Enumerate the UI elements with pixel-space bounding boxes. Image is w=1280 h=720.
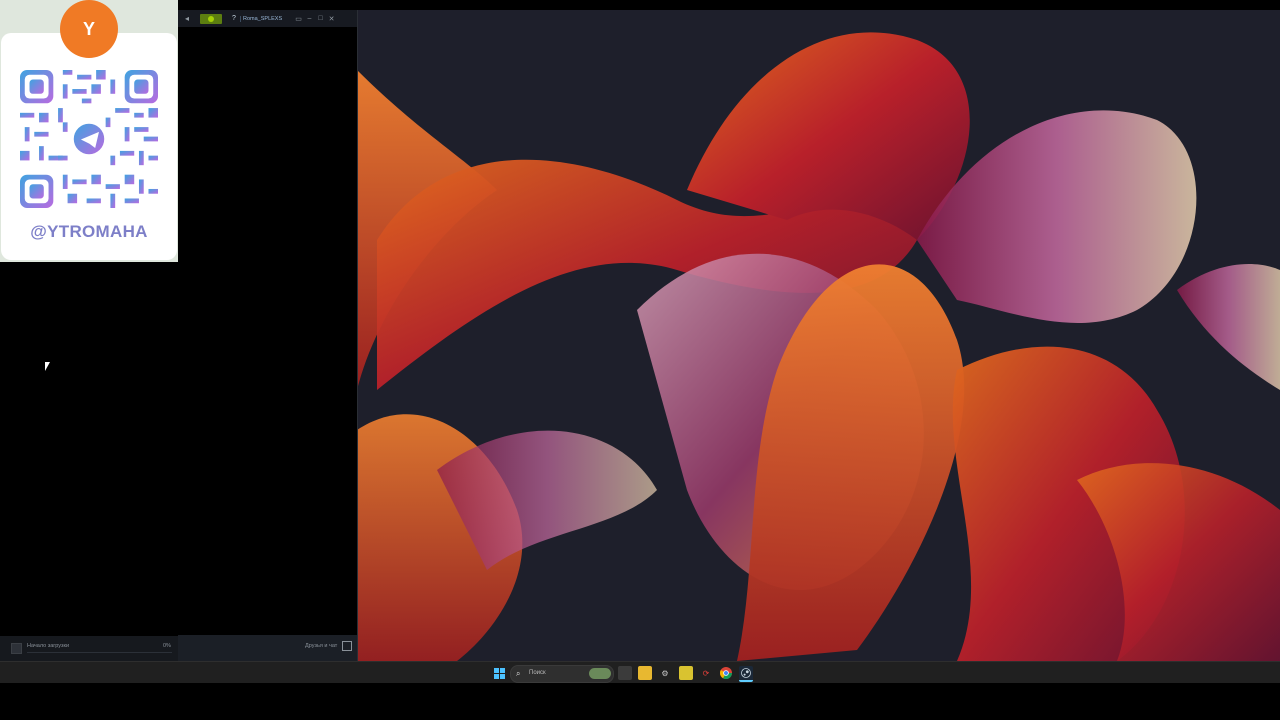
search-highlight-icon [589, 668, 611, 679]
search-icon: ⌕ [516, 669, 521, 678]
big-picture-icon[interactable]: ▭ [293, 15, 304, 23]
account-menu[interactable]: Roma_SPLEXS [240, 15, 293, 22]
steam-notification-button[interactable] [200, 13, 222, 24]
friends-chat-label[interactable]: Друзья и чат [305, 643, 337, 649]
task-view-icon[interactable] [618, 666, 632, 680]
search-input[interactable]: ⌕ Поиск [510, 665, 614, 683]
chrome-icon[interactable] [719, 666, 733, 680]
windows-start-icon[interactable] [492, 666, 506, 680]
telegram-handle: @YTROMAHA [30, 222, 148, 241]
search-placeholder: Поиск [529, 670, 546, 676]
qr-code-image [20, 70, 158, 208]
file-explorer-icon[interactable] [638, 666, 652, 680]
avatar: Y [60, 0, 118, 58]
close-button[interactable]: ✕ [326, 15, 337, 23]
back-arrow-icon[interactable]: ◂ [180, 10, 194, 27]
steam-footer: Друзья и чат [178, 635, 357, 661]
wallpaper-art [357, 32, 1280, 661]
downloads-icon [11, 643, 22, 654]
help-button[interactable]: ? [230, 15, 238, 22]
feedback-icon[interactable]: ⟳ [699, 666, 713, 680]
minimize-button[interactable]: – [304, 15, 315, 22]
steam-icon[interactable] [739, 666, 753, 682]
taskbar: ⌕ Поиск ⚙ ⟳ [0, 661, 1280, 684]
friends-chat-icon[interactable] [342, 641, 352, 651]
notification-icon [208, 15, 214, 22]
bottom-black-band [0, 683, 1280, 720]
downloads-progress-bar [27, 652, 172, 653]
desktop-wallpaper [357, 10, 1280, 661]
steam-content-area [178, 27, 357, 635]
top-black-strip [0, 0, 1280, 10]
settings-icon[interactable]: ⚙ [658, 666, 672, 680]
downloads-status-label: Начало загрузки [27, 643, 70, 649]
maximize-button[interactable]: □ [315, 15, 326, 22]
steam-window[interactable]: ◂ ? Roma_SPLEXS ▭ – □ ✕ Друзья и чат [178, 10, 358, 661]
sticky-notes-icon[interactable] [679, 666, 693, 680]
downloads-percent: 0% [163, 643, 171, 649]
downloads-bar[interactable]: Начало загрузки 0% [0, 636, 178, 661]
steam-titlebar[interactable]: ◂ ? Roma_SPLEXS ▭ – □ ✕ [178, 10, 357, 27]
mouse-cursor-icon [45, 362, 50, 371]
